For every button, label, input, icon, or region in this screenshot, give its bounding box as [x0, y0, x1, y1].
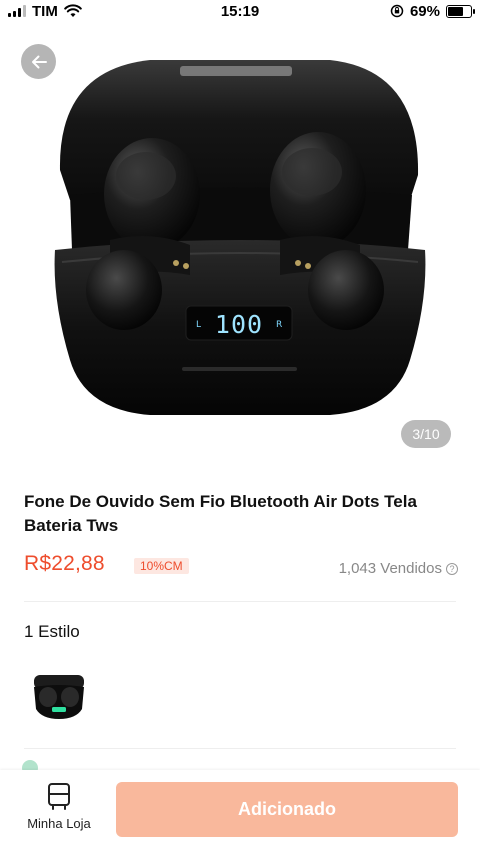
discount-badge: 10%CM: [134, 558, 189, 574]
my-store-label: Minha Loja: [27, 816, 91, 831]
info-icon: ?: [446, 562, 458, 575]
store-icon: [48, 783, 70, 810]
added-button[interactable]: Adicionado: [116, 782, 458, 837]
bottom-action-bar: Minha Loja Adicionado: [0, 770, 480, 848]
led-battery-readout: 100: [215, 310, 263, 339]
arrow-left-icon: [31, 55, 47, 68]
rotation-lock-icon: [390, 4, 404, 18]
led-left-label: L: [196, 320, 201, 330]
divider: [24, 748, 456, 749]
sold-count[interactable]: 1,043 Vendidos ?: [339, 560, 458, 577]
sold-count-label: 1,043 Vendidos: [338, 560, 442, 577]
product-image: L 100 R: [54, 60, 426, 415]
product-title: Fone De Ouvido Sem Fio Bluetooth Air Dot…: [24, 492, 417, 535]
product-price: R$22,88: [24, 552, 105, 575]
status-left: TIM: [8, 3, 82, 20]
wifi-icon: [64, 4, 82, 17]
divider: [24, 601, 456, 602]
product-page: TIM 15:19 69% L 100 R 3/10 Fone De Ouvid…: [0, 0, 480, 848]
variant-thumbnail-image: [34, 675, 84, 719]
product-image-gallery[interactable]: L 100 R 3/10: [0, 22, 480, 470]
variant-section-title: 1 Estilo: [24, 622, 80, 641]
image-counter: 3/10: [401, 420, 451, 448]
carrier-label: TIM: [32, 2, 58, 20]
battery-icon: [446, 4, 475, 18]
price-row: R$22,88 10%CM 1,043 Vendidos ?: [24, 552, 458, 582]
battery-percent: 69%: [409, 2, 440, 20]
variant-option[interactable]: [24, 665, 94, 725]
signal-icon: [8, 5, 26, 17]
status-right: 69%: [390, 2, 475, 20]
status-bar: TIM 15:19 69%: [0, 0, 480, 22]
led-right-label: R: [276, 320, 282, 330]
my-store-button[interactable]: Minha Loja: [14, 782, 104, 840]
back-button[interactable]: [21, 44, 56, 79]
